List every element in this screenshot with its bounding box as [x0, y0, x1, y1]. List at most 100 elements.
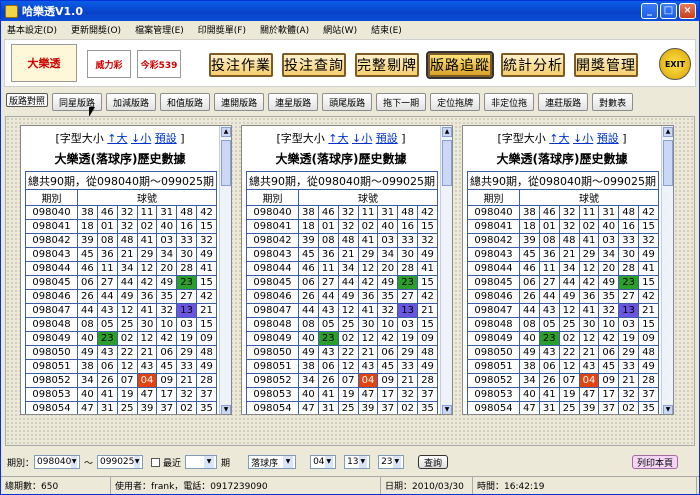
- table-row[interactable]: 098042 39 08 48 41 03 33 32: [25, 233, 217, 248]
- ball-cell[interactable]: 19: [176, 331, 198, 346]
- vertical-scrollbar[interactable]: ▲ ▼: [219, 126, 231, 414]
- ball-cell[interactable]: 31: [317, 401, 339, 414]
- table-row[interactable]: 098054 47 31 25 39 37 02 35: [467, 401, 659, 414]
- ball-cell[interactable]: 09: [417, 331, 438, 346]
- ball-cell[interactable]: 26: [538, 373, 560, 388]
- ball-cell[interactable]: 05: [96, 317, 118, 332]
- ball-cell[interactable]: 23: [397, 275, 419, 290]
- ball-cell[interactable]: 12: [578, 261, 600, 276]
- ball-cell[interactable]: 49: [417, 359, 438, 374]
- ball-cell[interactable]: 06: [598, 345, 620, 360]
- scroll-thumb[interactable]: [442, 140, 452, 186]
- ball-cell[interactable]: 12: [558, 303, 580, 318]
- ball-cell[interactable]: 33: [618, 359, 640, 374]
- ball-cell[interactable]: 44: [317, 289, 339, 304]
- ball-cell[interactable]: 23: [176, 275, 198, 290]
- table-row[interactable]: 098048 08 05 25 30 10 03 15: [467, 317, 659, 332]
- ball-cell[interactable]: 09: [638, 331, 659, 346]
- ball-cell[interactable]: 47: [136, 387, 158, 402]
- ball-cell[interactable]: 43: [538, 345, 560, 360]
- tab-8[interactable]: 定位拖牌: [430, 93, 481, 111]
- table-row[interactable]: 098052 34 26 07 04 09 21 28: [246, 373, 438, 388]
- ball-cell[interactable]: 34: [298, 373, 319, 388]
- ball-cell[interactable]: 03: [618, 317, 640, 332]
- ball-cell[interactable]: 40: [298, 331, 319, 346]
- ball-cell[interactable]: 41: [538, 387, 560, 402]
- recent-count-select[interactable]: ▼: [185, 455, 218, 469]
- table-row[interactable]: 098054 47 31 25 39 37 02 35: [246, 401, 438, 414]
- ball-cell[interactable]: 12: [136, 331, 158, 346]
- ball-cell[interactable]: 15: [196, 219, 217, 234]
- bet-query-button[interactable]: 投注查詢: [282, 53, 346, 77]
- ball-cell[interactable]: 29: [578, 247, 600, 262]
- ball-cell[interactable]: 32: [638, 233, 659, 248]
- ball-cell[interactable]: 36: [96, 247, 118, 262]
- ball-cell[interactable]: 31: [96, 401, 118, 414]
- ball-cell[interactable]: 19: [116, 387, 138, 402]
- ball-cell[interactable]: 17: [156, 387, 178, 402]
- ball-cell[interactable]: 40: [77, 387, 98, 402]
- tab-11[interactable]: 對數表: [592, 93, 634, 111]
- ball-cell[interactable]: 27: [176, 289, 198, 304]
- font-smaller-link[interactable]: ↓小: [131, 132, 151, 145]
- ball-cell[interactable]: 38: [298, 359, 319, 374]
- ball-cell[interactable]: 06: [298, 275, 319, 290]
- ball-cell[interactable]: 11: [317, 261, 339, 276]
- ball-cell[interactable]: 12: [337, 359, 359, 374]
- table-row[interactable]: 098047 44 43 12 41 32 13 21: [467, 303, 659, 318]
- ball-cell[interactable]: 06: [519, 275, 540, 290]
- ball-cell[interactable]: 12: [337, 303, 359, 318]
- ball-cell[interactable]: 08: [519, 317, 540, 332]
- ball-cell[interactable]: 30: [357, 317, 379, 332]
- table-row[interactable]: 098051 38 06 12 43 45 33 49: [467, 359, 659, 374]
- ball-cell[interactable]: 03: [397, 317, 419, 332]
- ball-cell[interactable]: 34: [558, 261, 580, 276]
- ball-cell[interactable]: 26: [77, 289, 98, 304]
- table-row[interactable]: 098052 34 26 07 04 09 21 28: [467, 373, 659, 388]
- ball-cell[interactable]: 02: [176, 401, 198, 414]
- scroll-down-icon[interactable]: ▼: [442, 405, 452, 414]
- table-row[interactable]: 098044 46 11 34 12 20 28 41: [467, 261, 659, 276]
- ball-cell[interactable]: 29: [176, 345, 198, 360]
- ball-cell[interactable]: 37: [196, 387, 217, 402]
- ball-cell[interactable]: 34: [519, 373, 540, 388]
- ball-cell[interactable]: 48: [558, 233, 580, 248]
- ball-cell[interactable]: 47: [298, 401, 319, 414]
- ball-cell[interactable]: 37: [598, 401, 620, 414]
- ball-cell[interactable]: 12: [357, 261, 379, 276]
- ball-cell[interactable]: 25: [116, 401, 138, 414]
- ball-cell[interactable]: 32: [176, 387, 198, 402]
- 539-logo[interactable]: 今彩539: [137, 50, 181, 78]
- table-row[interactable]: 098050 49 43 22 21 06 29 48: [467, 345, 659, 360]
- ball-cell[interactable]: 21: [578, 345, 600, 360]
- ball-cell[interactable]: 33: [176, 233, 198, 248]
- full-filter-button[interactable]: 完整剔牌: [355, 53, 419, 77]
- ball-cell[interactable]: 42: [196, 289, 217, 304]
- number-select-3[interactable]: 23 ▼: [378, 455, 405, 469]
- ball-cell[interactable]: 11: [96, 261, 118, 276]
- ball-cell[interactable]: 45: [298, 247, 319, 262]
- ball-cell[interactable]: 15: [196, 275, 217, 290]
- table-row[interactable]: 098042 39 08 48 41 03 33 32: [467, 233, 659, 248]
- ball-cell[interactable]: 11: [357, 205, 379, 220]
- tab-3[interactable]: 和值版路: [160, 93, 211, 111]
- table-row[interactable]: 098048 08 05 25 30 10 03 15: [246, 317, 438, 332]
- ball-cell[interactable]: 20: [598, 261, 620, 276]
- ball-cell[interactable]: 45: [156, 359, 178, 374]
- ball-cell[interactable]: 28: [397, 261, 419, 276]
- table-row[interactable]: 098045 06 27 44 42 49 23 15: [467, 275, 659, 290]
- ball-cell[interactable]: 32: [618, 387, 640, 402]
- ball-cell[interactable]: 15: [417, 317, 438, 332]
- table-row[interactable]: 098046 26 44 49 36 35 27 42: [467, 289, 659, 304]
- ball-cell[interactable]: 43: [96, 345, 118, 360]
- ball-cell[interactable]: 13: [176, 303, 198, 318]
- ball-cell[interactable]: 15: [417, 219, 438, 234]
- scroll-down-icon[interactable]: ▼: [221, 405, 231, 414]
- ball-cell[interactable]: 18: [519, 219, 540, 234]
- ball-cell[interactable]: 31: [377, 205, 399, 220]
- ball-cell[interactable]: 21: [136, 345, 158, 360]
- number-select-1[interactable]: 04 ▼: [310, 455, 337, 469]
- ball-cell[interactable]: 02: [136, 219, 158, 234]
- ball-cell[interactable]: 49: [638, 359, 659, 374]
- scroll-thumb[interactable]: [663, 140, 673, 186]
